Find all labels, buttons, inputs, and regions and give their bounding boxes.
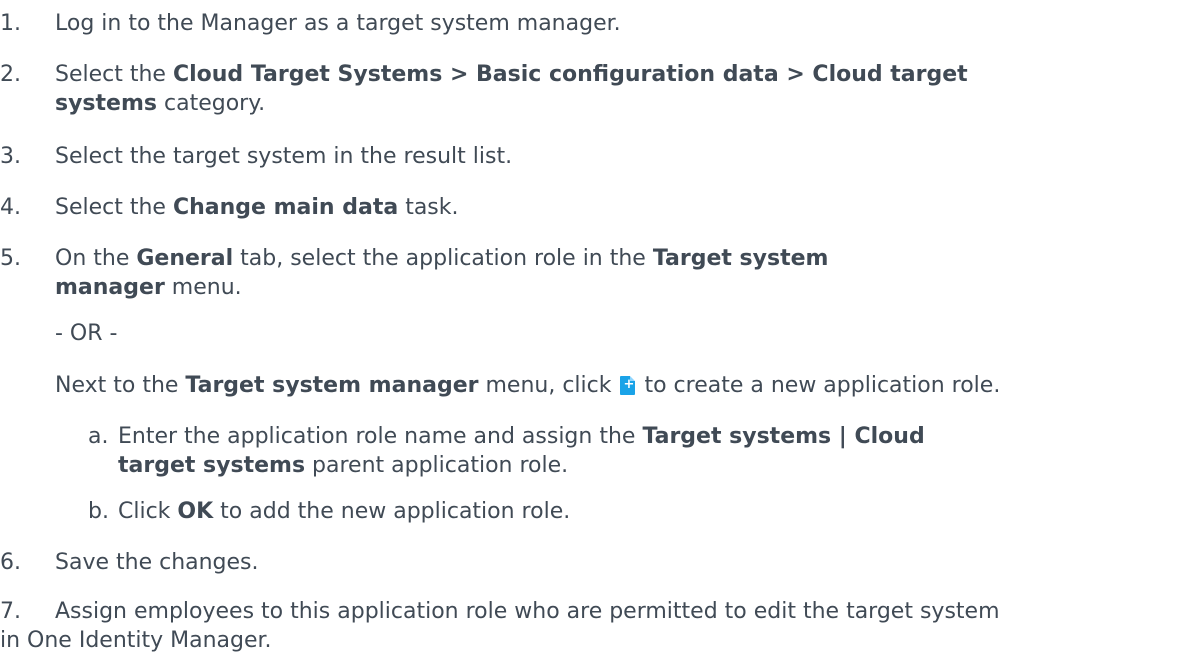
application-role-path: target systems	[118, 452, 306, 478]
step-number: 2.	[0, 62, 21, 87]
menu-name: Target system	[652, 246, 829, 271]
step-text-segment: parent application role.	[305, 452, 569, 478]
step-text: Select the Cloud Target Systems > Basic …	[55, 61, 1175, 118]
task-name: Change main data	[172, 195, 399, 220]
button-name: OK	[177, 499, 214, 524]
step-text-segment: Enter the application role name and assi…	[118, 424, 643, 449]
step-number: 7.	[0, 599, 21, 624]
step-text: Next to the Target system manager menu, …	[55, 372, 1175, 401]
substep-letter: a.	[88, 424, 109, 449]
step-text: Select the Change main data task.	[55, 194, 1175, 223]
step-text: Select the target system in the result l…	[55, 144, 513, 169]
menu-name: manager	[55, 274, 165, 300]
new-application-role-icon	[620, 376, 636, 395]
step-text-segment: Select the	[55, 195, 173, 220]
menu-name: Target system manager	[185, 373, 479, 398]
step-text: Assign employees to this application rol…	[55, 598, 1175, 627]
step-text-segment: On the	[55, 246, 137, 271]
substep-letter: b.	[88, 499, 109, 524]
step-text-segment: menu, click	[478, 373, 619, 398]
step-text: Save the changes.	[55, 550, 259, 575]
menu-path: Cloud Target Systems > Basic configurati…	[172, 62, 968, 87]
step-text-line: Assign employees to this application rol…	[55, 599, 1000, 624]
step-number: 5.	[0, 246, 21, 271]
substep-text: Click OK to add the new application role…	[118, 498, 1168, 527]
or-separator: - OR -	[55, 321, 118, 346]
step-number: 3.	[0, 144, 21, 169]
step-text: Log in to the Manager as a target system…	[55, 11, 621, 36]
step-number: 1.	[0, 11, 21, 36]
step-text: On the General tab, select the applicati…	[55, 245, 1175, 302]
step-text-segment: menu.	[164, 274, 242, 300]
step-text-segment: to add the new application role.	[213, 499, 571, 524]
substep-text: Enter the application role name and assi…	[118, 423, 1168, 480]
step-text-segment: task.	[398, 195, 459, 220]
step-text-segment: Select the	[55, 62, 173, 87]
step-number: 6.	[0, 550, 21, 575]
step-text-line: in One Identity Manager.	[0, 628, 272, 653]
menu-path: systems	[55, 90, 157, 116]
step-text-segment: Next to the	[55, 373, 186, 398]
step-text-segment: to create a new application role.	[637, 373, 1001, 398]
step-text-segment: category.	[157, 90, 266, 116]
step-text-segment: tab, select the application role in the	[233, 246, 653, 271]
step-text-segment: Click	[118, 499, 178, 524]
application-role-path: Target systems | Cloud	[642, 424, 925, 449]
tab-name: General	[136, 246, 234, 271]
step-number: 4.	[0, 195, 21, 220]
